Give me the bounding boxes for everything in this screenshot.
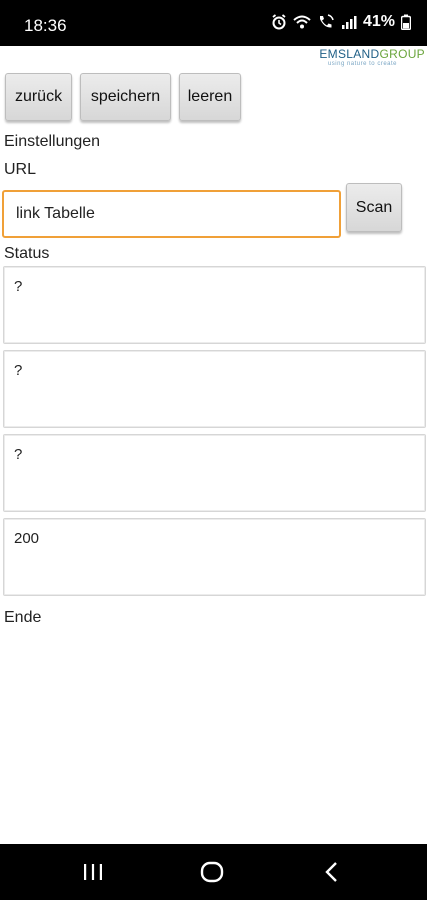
status-field-3[interactable]: ? [3,434,426,512]
logo-tagline: using nature to create [327,61,397,67]
scan-button[interactable]: Scan [346,183,402,232]
status-time: 18:36 [24,16,67,35]
end-label: Ende [4,609,42,626]
alarm-icon [271,14,287,30]
navigation-bar [0,844,427,900]
logo-name-part2: GROUP [379,47,425,61]
back-icon[interactable] [318,860,346,884]
company-logo: EMSLANDGROUP using nature to create [307,48,425,70]
logo-name: EMSLANDGROUP [307,48,425,61]
home-icon[interactable] [198,860,226,884]
status-bar: 18:36 41% [0,0,427,46]
recents-icon[interactable] [79,860,107,884]
call-icon [317,14,335,30]
back-button[interactable]: zurück [5,73,72,121]
clear-button[interactable]: leeren [179,73,241,121]
status-icons: 41% [271,13,411,31]
status-label: Status [4,245,50,262]
battery-icon [401,14,411,30]
status-field-1[interactable]: ? [3,266,426,344]
signal-icon [341,14,357,30]
status-field-4[interactable]: 200 [3,518,426,596]
url-label: URL [4,161,37,178]
url-input[interactable] [2,190,341,238]
battery-percent: 41% [362,13,395,30]
save-button[interactable]: speichern [80,73,171,121]
app-screen: 18:36 41% EMSLANDGROUP using nature to c… [0,0,427,900]
logo-name-part1: EMSLAND [319,47,380,61]
settings-heading: Einstellungen [4,133,101,150]
wifi-icon [293,14,311,30]
status-field-2[interactable]: ? [3,350,426,428]
